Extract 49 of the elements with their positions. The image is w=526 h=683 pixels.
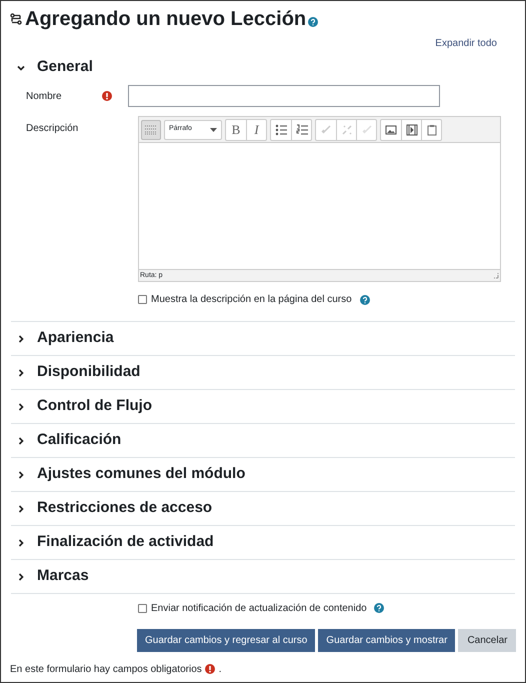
grid-icon — [145, 124, 157, 134]
toolbar-toggle-button[interactable] — [141, 120, 161, 140]
italic-button[interactable]: I — [246, 120, 266, 140]
checkbox[interactable] — [138, 604, 147, 612]
image-icon[interactable] — [385, 124, 397, 136]
section-heading[interactable]: Control de Flujo — [37, 395, 152, 418]
section-heading[interactable]: Disponibilidad — [37, 361, 140, 384]
expand-chevron-icon[interactable] — [17, 572, 25, 580]
expand-chevron-icon[interactable] — [17, 470, 25, 478]
section-heading[interactable]: Restricciones de acceso — [37, 497, 212, 520]
resize-handle-icon[interactable] — [492, 272, 499, 279]
film-icon[interactable] — [406, 124, 418, 136]
section-heading[interactable]: General — [37, 56, 93, 79]
field-label: Nombre — [25, 90, 63, 104]
lesson-icon — [10, 12, 22, 24]
required-icon — [102, 91, 112, 101]
expand-chevron-icon[interactable] — [17, 334, 25, 342]
primary-button[interactable]: Guardar cambios y mostrar — [318, 629, 456, 652]
required-fields-note: En este formulario hay campos obligatorios — [10, 662, 202, 676]
expand-chevron-icon[interactable] — [17, 436, 25, 444]
help-icon[interactable] — [308, 16, 318, 26]
expand-all-link[interactable]: Expandir todo — [435, 36, 497, 50]
name-field[interactable] — [128, 85, 440, 107]
cancel-button[interactable]: Cancelar — [458, 629, 516, 652]
field-label: Descripción — [25, 122, 80, 136]
checkbox-label: Muestra la descripción en la página del curso — [151, 293, 352, 307]
bullet-list-icon[interactable] — [275, 124, 287, 136]
checkbox-label: Enviar notificación de actualización de contenido — [151, 602, 367, 616]
expand-chevron-icon[interactable] — [17, 368, 25, 376]
section-heading[interactable]: Finalización de actividad — [37, 531, 214, 554]
checkbox[interactable] — [138, 295, 147, 304]
numbered-list-icon[interactable] — [296, 124, 308, 136]
expand-chevron-icon[interactable] — [17, 402, 25, 410]
section-heading[interactable]: Marcas — [37, 565, 89, 588]
section-heading[interactable]: Calificación — [37, 429, 122, 452]
caret-icon — [210, 128, 217, 132]
clipboard-icon[interactable] — [426, 124, 438, 136]
expand-chevron-icon[interactable] — [17, 504, 25, 512]
section-heading[interactable]: Apariencia — [37, 327, 114, 350]
bold-button[interactable]: B — [226, 120, 246, 140]
help-icon[interactable] — [360, 294, 370, 304]
page-title: Agregando un nuevo Lección — [25, 8, 306, 28]
period-mark: . — [218, 662, 222, 676]
primary-button[interactable]: Guardar cambios y regresar al curso — [137, 629, 316, 652]
required-icon — [204, 664, 215, 674]
help-icon[interactable] — [374, 603, 384, 613]
expand-chevron-icon[interactable] — [17, 538, 25, 546]
collapse-chevron-icon[interactable] — [17, 64, 25, 72]
section-heading[interactable]: Ajustes comunes del módulo — [37, 463, 246, 486]
